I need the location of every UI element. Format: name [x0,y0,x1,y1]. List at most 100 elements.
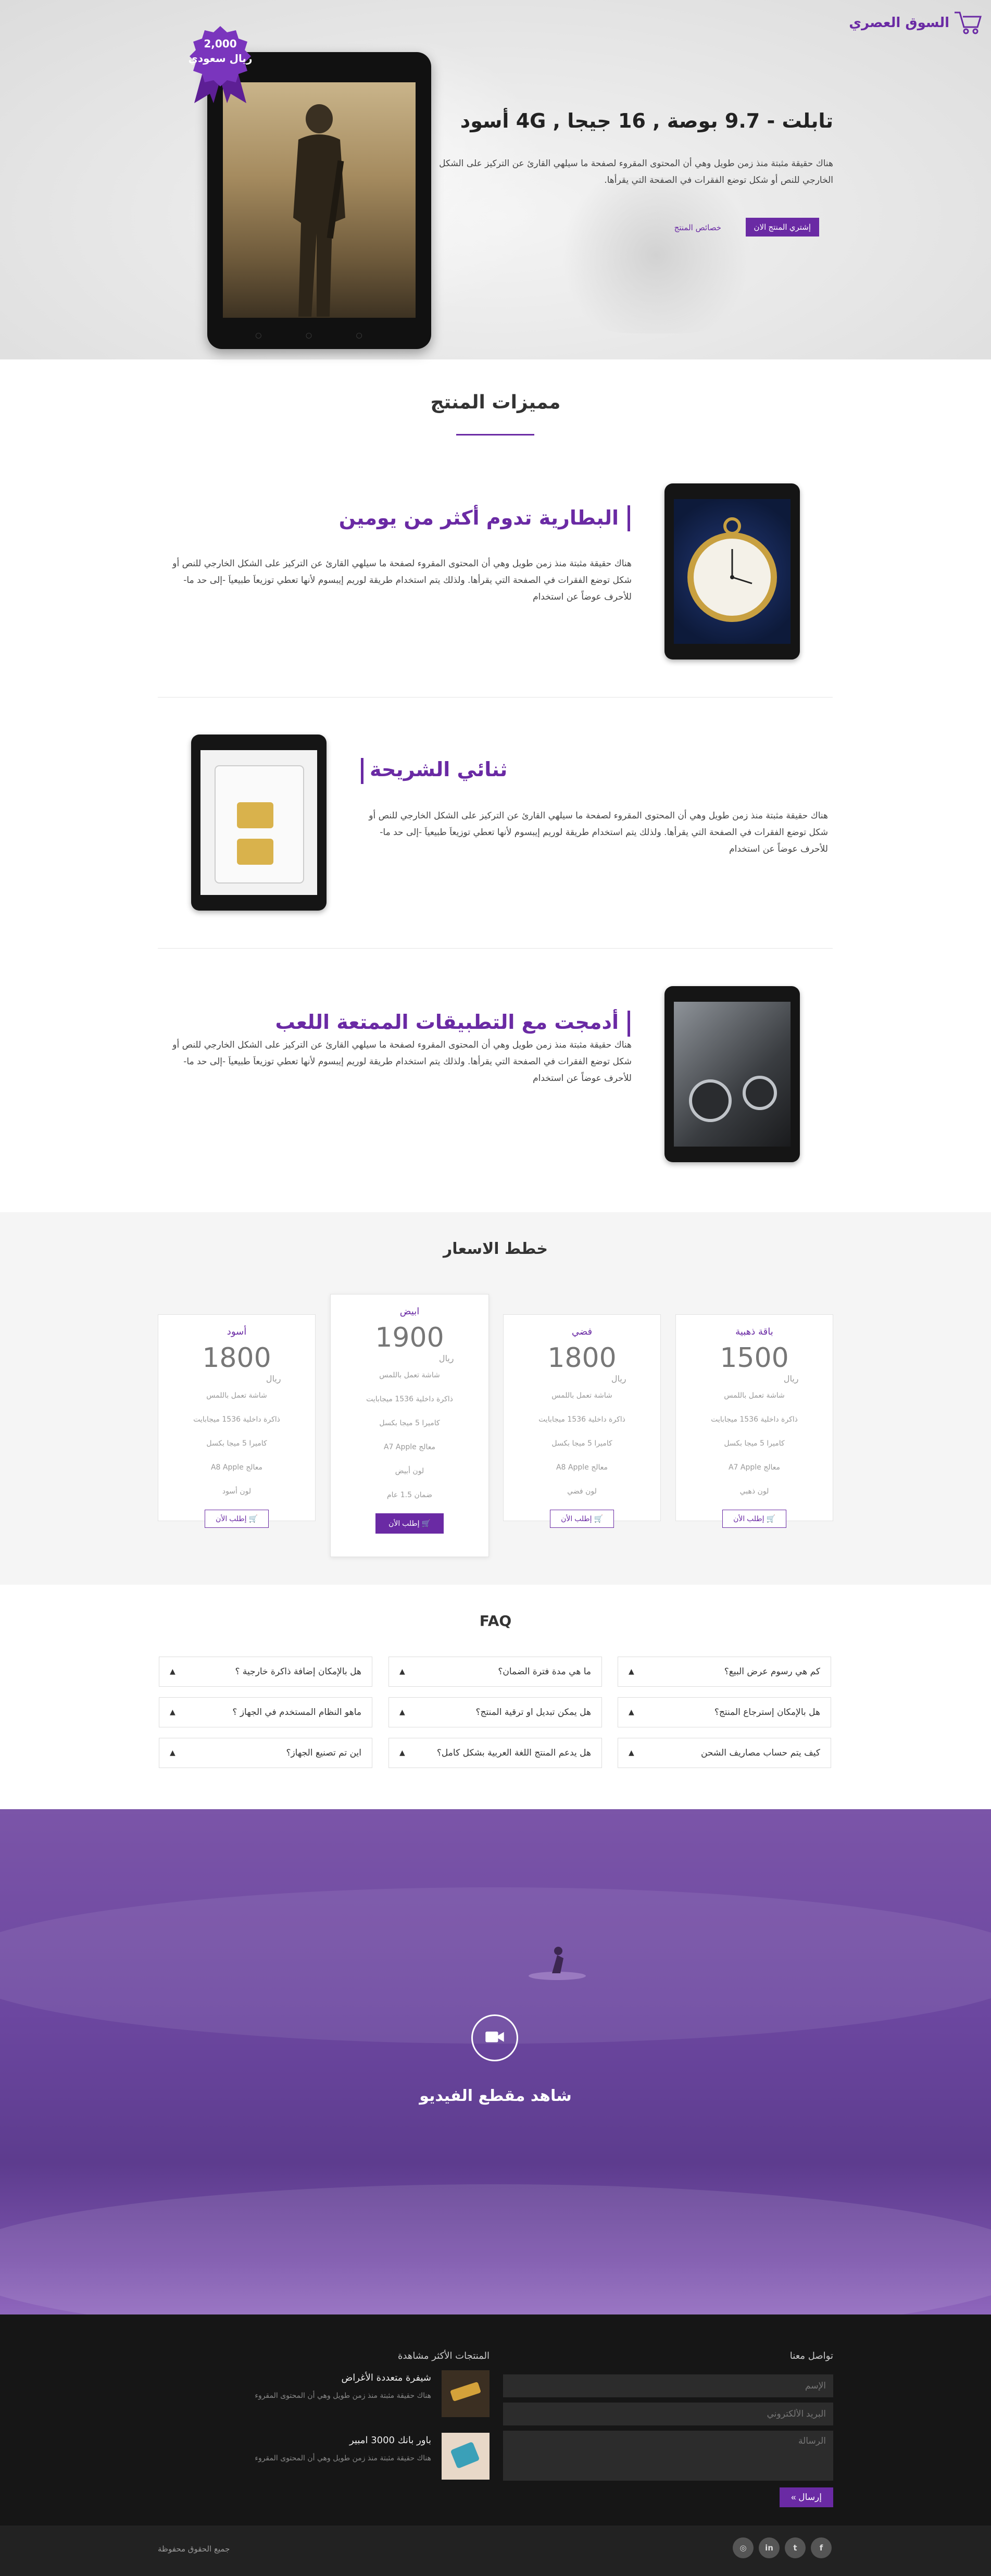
faq-item[interactable]: كم هي رسوم عرض البيع؟ ▲ [618,1657,831,1687]
product-features-link[interactable]: خصائص المنتج [670,219,725,237]
cart-icon: 🛒 [764,1514,775,1523]
chevron-up-icon: ▲ [170,1667,175,1676]
feature-text-dual-sim: هناك حقيقة مثبتة منذ زمن طويل وهي أن الم… [369,811,828,854]
pricing-card-silver: فضي 1800 ريال شاشة تعمل باللمس ذاكرة داخ… [503,1314,661,1528]
plan-price: 1800 [547,1342,617,1374]
feature-accent-bar [361,758,363,784]
faq-item[interactable]: هل يمكن تبديل او ترقية المنتج؟ ▲ [388,1697,602,1727]
chevron-up-icon: ▲ [629,1708,634,1716]
plan-price: 1800 [202,1342,271,1374]
pocket-watch-graphic [687,517,777,622]
pricing-card-black: أسود 1800 ريال شاشة تعمل باللمس ذاكرة دا… [158,1314,316,1528]
copyright: جميع الحقوق محفوظة [158,2544,230,2554]
order-button[interactable]: 🛒 إطلب الأن [205,1510,269,1528]
plan-feature: معالج A8 Apple [210,1463,263,1472]
order-button[interactable]: 🛒 إطلب الأن [722,1510,786,1528]
tablet-buttons: ○ ○ ○ [255,331,383,340]
plan-name: ابيض [399,1306,420,1317]
play-video-button[interactable] [471,2014,518,2061]
order-button[interactable]: 🛒 إطلب الأن [375,1513,444,1534]
logo[interactable]: السوق العصري [849,8,984,38]
plan-feature: معالج A7 Apple [383,1443,436,1451]
divider [158,697,833,698]
twitter-icon[interactable]: t [785,2537,806,2558]
gamepad-graphic [689,1076,777,1122]
plan-feature: كاميرا 5 ميجا بكسل [551,1439,612,1448]
popular-product[interactable]: شيفرة متعددة الأغراض هناك حقيقة مثبتة من… [250,2370,490,2417]
name-field[interactable] [503,2374,833,2397]
badge-price: 2,000 [204,38,237,50]
feature-text-battery: هناك حقيقة مثبتة منذ زمن طويل وهي أن الم… [172,558,632,602]
faq-item[interactable]: ماهو النظام المستخدم في الجهاز ؟ ▲ [159,1697,372,1727]
video-title: شاهد مقطع الفيديو [419,2087,572,2105]
order-label: إطلب الأن [388,1519,420,1527]
chevron-up-icon: ▲ [629,1667,634,1676]
faq-question: اين تم تصنيع الجهاز؟ [286,1748,361,1758]
cart-icon: 🛒 [246,1514,258,1523]
plan-price: 1500 [720,1342,789,1374]
popular-product-text: هناك حقيقة مثبتة منذ زمن طويل وهي أن الم… [255,2392,431,2400]
double-arrow-icon: » [791,2492,796,2502]
faq-item[interactable]: ما هي مدة فترة الضمان؟ ▲ [388,1657,602,1687]
contact-title: تواصل معنا [789,2350,833,2361]
message-field[interactable] [503,2431,833,2481]
faq-question: ماهو النظام المستخدم في الجهاز ؟ [232,1707,361,1718]
title-underline [456,434,534,435]
surfer-graphic [529,1947,586,1980]
soldier-figure [293,104,345,317]
faq-item[interactable]: كيف يتم حساب مصاريف الشحن ▲ [618,1738,831,1768]
faq-item[interactable]: هل بالإمكان إسترجاع المنتج؟ ▲ [618,1697,831,1727]
faq-question: هل بالإمكان إسترجاع المنتج؟ [714,1707,820,1718]
badge-currency: ريال سعودي [188,52,253,65]
cart-icon: 🛒 [419,1519,431,1527]
popular-product-title: شيفرة متعددة الأغراض [341,2372,431,2383]
plan-currency: ريال [438,1353,454,1363]
plan-feature: شاشة تعمل باللمس [724,1391,785,1400]
feature-image-sim [191,735,327,911]
plan-feature: كاميرا 5 ميجا بكسل [724,1439,785,1448]
feature-title-dual-sim: ثنائي الشريحة [370,758,508,781]
plan-price: 1900 [375,1322,444,1353]
sim-card-graphic [215,765,304,883]
faq-question: هل يمكن تبديل او ترقية المنتج؟ [475,1707,591,1718]
plan-feature: كاميرا 5 ميجا بكسل [379,1419,440,1427]
chevron-up-icon: ▲ [399,1667,405,1676]
send-button[interactable]: إرسال » [780,2487,833,2507]
brand-name: السوق العصري [849,15,949,31]
buy-now-button[interactable]: إشتري المنتج الان [745,218,819,237]
plan-feature: شاشة تعمل باللمس [551,1391,612,1400]
faq-title: FAQ [479,1612,512,1629]
plan-feature: شاشة تعمل باللمس [206,1391,267,1400]
price-badge-text: 2,000 ريال سعودي [181,36,259,66]
plan-currency: ريال [611,1374,626,1384]
faq-item[interactable]: هل بالإمكان إضافة ذاكرة خارجية ؟ ▲ [159,1657,372,1687]
faq-item[interactable]: اين تم تصنيع الجهاز؟ ▲ [159,1738,372,1768]
plan-feature: ذاكرة داخلية 1536 ميجابايت [366,1395,453,1403]
order-label: إطلب الأن [216,1514,247,1523]
send-label: إرسال [798,2492,822,2502]
page: السوق العصري ○ ○ ○ 2,000 ريال سعودي تابل… [0,0,991,2576]
chevron-up-icon: ▲ [399,1708,405,1716]
plan-currency: ريال [266,1374,281,1384]
feature-accent-bar [628,1011,630,1037]
chevron-up-icon: ▲ [399,1749,405,1757]
popular-product[interactable]: باور بانك 3000 امبير هناك حقيقة مثبتة من… [250,2433,490,2480]
feature-title-games: أدمجت مع التطبيقات الممتعة اللعب [275,1011,619,1034]
plan-name: فضي [571,1326,593,1337]
email-field[interactable] [503,2403,833,2425]
faq-question: ما هي مدة فترة الضمان؟ [498,1666,591,1677]
linkedin-icon[interactable]: in [759,2537,780,2558]
plan-currency: ريال [783,1374,799,1384]
plan-feature: ضمان 1.5 عام [387,1491,432,1499]
faq-item[interactable]: هل يدعم المنتج اللغة العربية بشكل كامل؟ ▲ [388,1738,602,1768]
order-button[interactable]: 🛒 إطلب الأن [550,1510,614,1528]
product-title: تابلت - 9.7 بوصة , 16 جيجا , 4G أسود [460,109,833,132]
footer [0,2314,991,2525]
chevron-up-icon: ▲ [629,1749,634,1757]
facebook-icon[interactable]: f [811,2537,832,2558]
instagram-icon[interactable]: ◎ [733,2537,754,2558]
plan-feature: ذاكرة داخلية 1536 ميجابايت [538,1415,625,1424]
popular-product-title: باور بانك 3000 امبير [349,2435,431,2446]
product-thumbnail [442,2433,490,2480]
chevron-up-icon: ▲ [170,1708,175,1716]
